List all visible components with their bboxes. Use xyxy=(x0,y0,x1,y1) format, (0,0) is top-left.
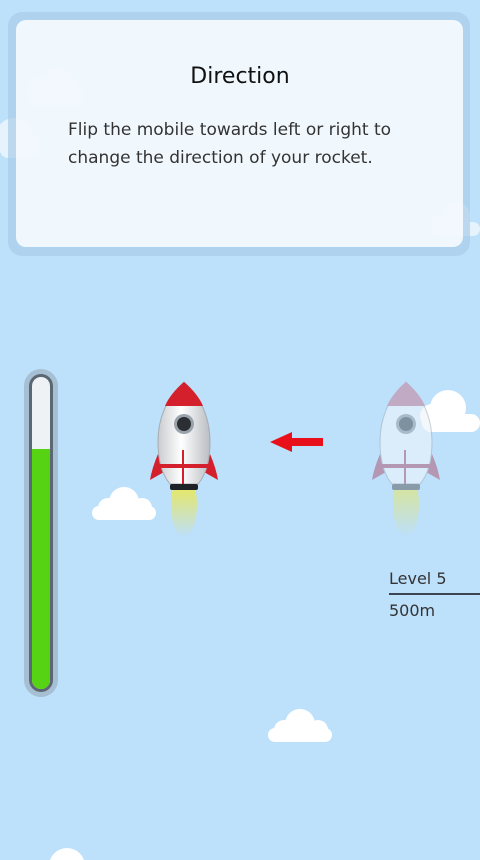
ghost-rocket-icon xyxy=(372,381,440,537)
level-divider xyxy=(389,593,480,595)
distance-label: 500m xyxy=(389,601,436,620)
rocket-icon xyxy=(150,381,218,537)
level-label: Level 5 xyxy=(389,569,447,588)
cloud xyxy=(50,848,84,860)
fuel-level xyxy=(32,448,50,689)
card-text: Flip the mobile towards left or right to… xyxy=(68,120,392,168)
card-title: Direction xyxy=(190,64,290,89)
arrow-left-icon xyxy=(270,432,323,452)
fuel-gauge xyxy=(24,369,58,697)
cloud xyxy=(268,709,332,742)
